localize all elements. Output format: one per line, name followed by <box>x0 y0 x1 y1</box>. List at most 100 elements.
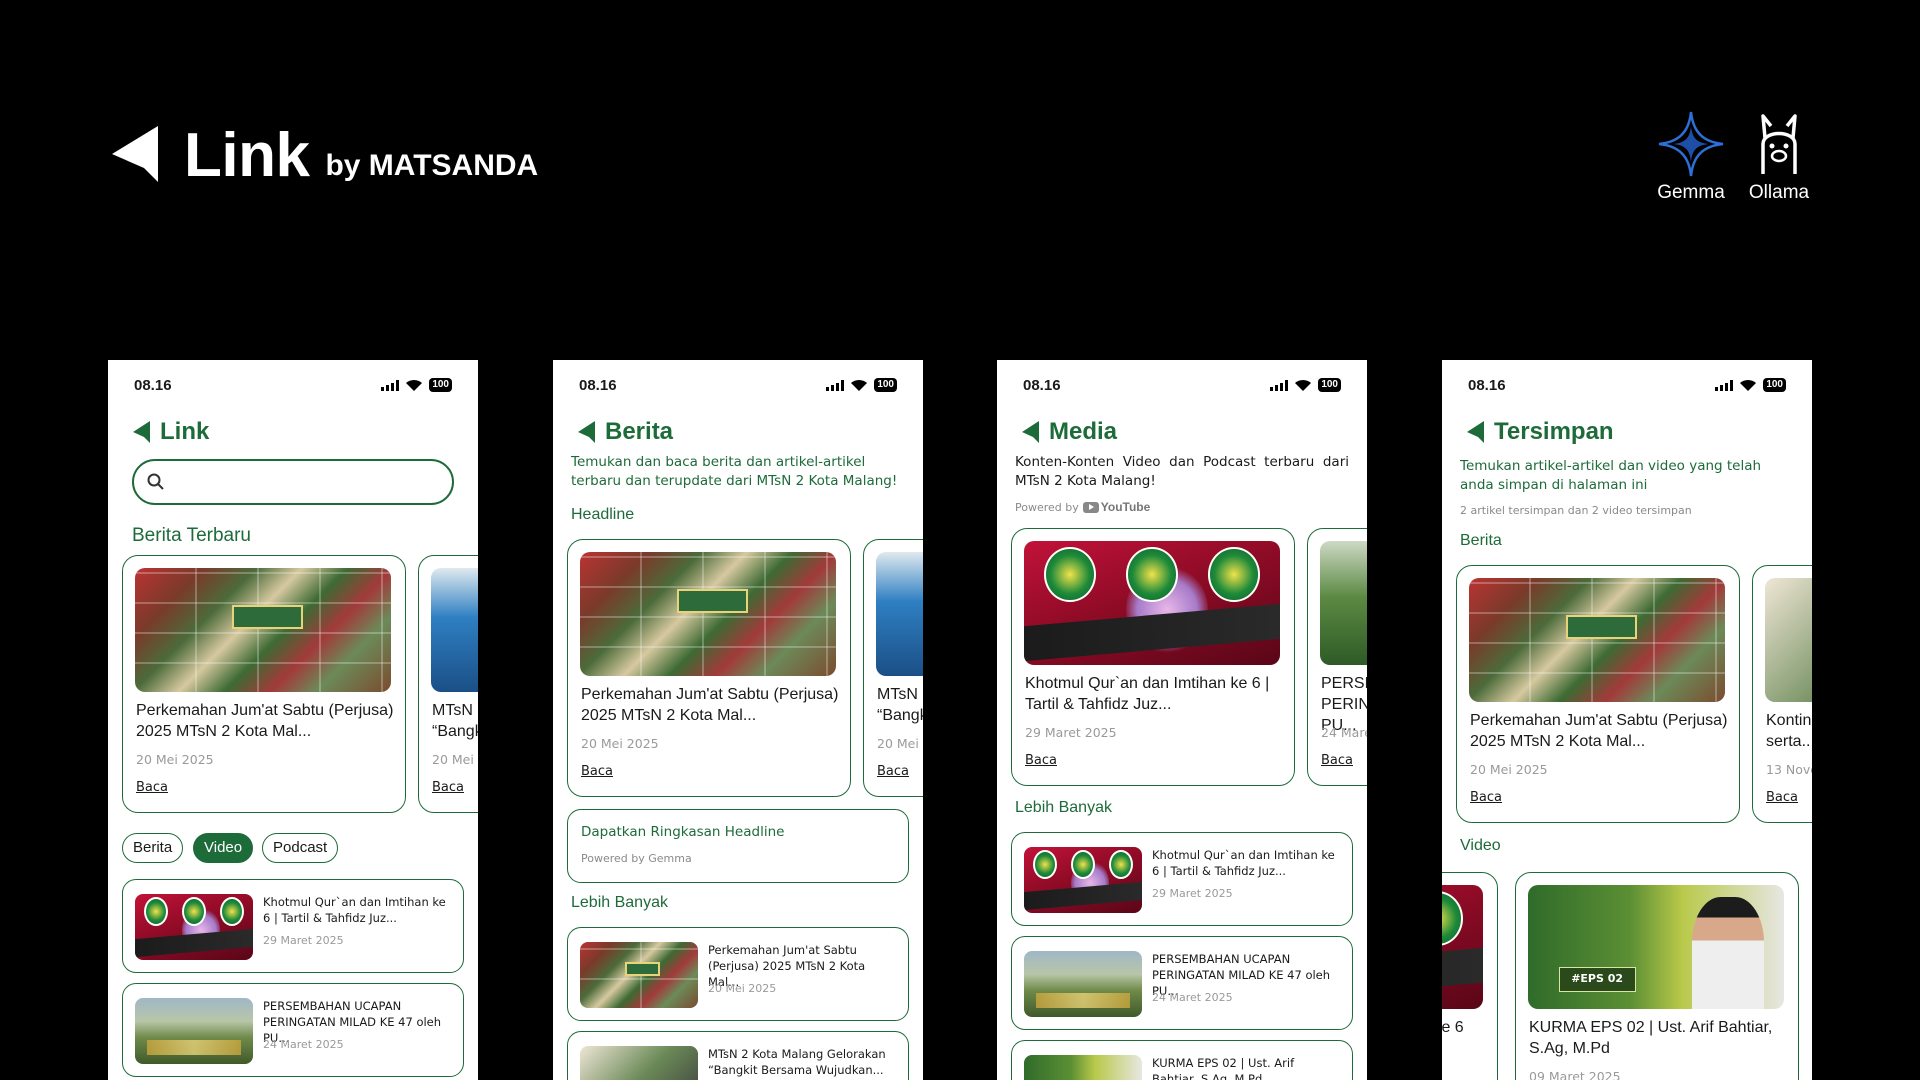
video-title: KURMA EPS 02 | Ust. Arif Bahtiar, S.Ag, … <box>1529 1019 1773 1057</box>
read-link[interactable]: Baca <box>1321 753 1353 768</box>
app-logo-icon <box>1467 421 1484 443</box>
screen-media: 08.16 100 Media Konten-Konten Video dan … <box>997 360 1367 1080</box>
read-link[interactable]: Baca <box>1470 790 1502 805</box>
status-time: 08.16 <box>1023 376 1061 394</box>
battery-icon: 100 <box>874 378 897 392</box>
read-link[interactable]: Baca <box>1025 753 1057 768</box>
summary-title: Dapatkan Ringkasan Headline <box>581 824 785 840</box>
wifi-icon <box>406 379 423 391</box>
gemma-sparkle-icon <box>1658 111 1724 177</box>
list-title: KURMA EPS 02 | Ust. Arif Bahtiar, S.Ag, … <box>1152 1056 1295 1080</box>
screen-berita: 08.16 100 Berita Temukan dan baca berita… <box>553 360 923 1080</box>
page-title: Link <box>160 418 210 445</box>
status-bar: 08.16 100 <box>1442 360 1812 400</box>
news-card[interactable]: MTsN 2 Kota Malang Gelorakan “Bangkit Be… <box>418 555 478 813</box>
page-title: Tersimpan <box>1494 418 1614 445</box>
brand-header: Link by MATSANDA <box>108 118 539 190</box>
send-arrow-logo-icon <box>112 126 158 182</box>
read-link[interactable]: Baca <box>877 764 909 779</box>
saved-count: 2 artikel tersimpan dan 2 video tersimpa… <box>1460 504 1692 517</box>
news-card[interactable]: MTsN 2 Kota Malang Gelorakan “Bangkit Be… <box>863 539 923 797</box>
list-date: 29 Maret 2025 <box>1152 887 1233 900</box>
news-title: Perkemahan Jum'at Sabtu (Perjusa) 2025 M… <box>581 686 839 724</box>
list-thumbnail <box>1024 1055 1142 1080</box>
filter-chip-podcast[interactable]: Podcast <box>262 833 339 863</box>
news-thumbnail <box>1469 578 1725 702</box>
list-title: MTsN 2 Kota Malang Gelorakan “Bangkit Be… <box>708 1047 886 1077</box>
list-item[interactable]: Khotmul Qur`an dan Imtihan ke 6 | Tartil… <box>122 879 464 973</box>
list-item[interactable]: PERSEMBAHAN UCAPAN PERINGATAN MILAD KE 4… <box>122 983 464 1077</box>
search-input[interactable] <box>132 459 454 505</box>
news-thumbnail <box>876 552 923 676</box>
partner-label-gemma: Gemma <box>1657 182 1725 203</box>
video-thumbnail: #EPS 02 <box>1528 885 1784 1009</box>
news-title: Perkemahan Jum'at Sabtu (Perjusa) 2025 M… <box>136 702 394 740</box>
signal-icon <box>1270 379 1289 391</box>
news-title: Kontingen MTsN 2 Kota Malang ikut serta.… <box>1766 712 1812 750</box>
read-link[interactable]: Baca <box>432 780 464 795</box>
section-title-headline: Headline <box>571 506 635 523</box>
filter-chip-berita[interactable]: Berita <box>122 833 184 863</box>
news-date: 20 Mei 2025 <box>581 736 659 751</box>
news-title: MTsN 2 Kota Malang Gelorakan “Bangkit Be… <box>432 702 478 740</box>
news-date: 20 Mei 2025 <box>136 752 214 767</box>
status-icons: 100 <box>1715 378 1786 392</box>
app-logo-icon <box>133 421 150 443</box>
youtube-label: YouTube <box>1100 500 1151 514</box>
saved-video-card[interactable]: Khotmul Qur`an dan Imtihan ke 6 <box>1442 872 1498 1080</box>
news-card[interactable]: Perkemahan Jum'at Sabtu (Perjusa) 2025 M… <box>567 539 851 797</box>
app-title-row: Berita <box>577 418 673 446</box>
section-title-berita: Berita <box>1460 532 1502 549</box>
filter-chip-video[interactable]: Video <box>193 833 254 863</box>
partner-ollama: Ollama <box>1743 108 1815 204</box>
summary-headline-button[interactable]: Dapatkan Ringkasan Headline Powered by G… <box>567 809 909 883</box>
status-bar: 08.16 100 <box>108 360 478 400</box>
saved-video-card[interactable]: #EPS 02 KURMA EPS 02 | Ust. Arif Bahtiar… <box>1515 872 1799 1080</box>
list-date: 24 Maret 2025 <box>1152 991 1233 1004</box>
status-time: 08.16 <box>579 376 617 394</box>
list-thumbnail <box>580 1046 698 1080</box>
list-thumbnail <box>1024 951 1142 1017</box>
brand-byline: by MATSANDA <box>325 149 539 182</box>
video-thumbnail <box>1442 885 1483 1009</box>
video-card[interactable]: Khotmul Qur`an dan Imtihan ke 6 | Tartil… <box>1011 528 1295 786</box>
list-item[interactable]: Khotmul Qur`an dan Imtihan ke 6 | Tartil… <box>1011 832 1353 926</box>
page-title: Berita <box>605 418 674 445</box>
brand-title: Link <box>184 121 310 190</box>
list-item[interactable]: MTsN 2 Kota Malang Gelorakan “Bangkit Be… <box>567 1031 909 1080</box>
page-description: Temukan artikel-artikel dan video yang t… <box>1460 458 1762 493</box>
section-title-video: Video <box>1460 837 1501 854</box>
read-link[interactable]: Baca <box>1766 790 1798 805</box>
episode-badge: #EPS 02 <box>1558 966 1636 992</box>
partner-gemma: Gemma <box>1655 108 1727 204</box>
screen-tersimpan: 08.16 100 Tersimpan Temukan artikel-arti… <box>1442 360 1812 1080</box>
video-date: 09 Maret 2025 <box>1529 1069 1621 1080</box>
list-thumbnail <box>135 998 253 1064</box>
list-title: Khotmul Qur`an dan Imtihan ke 6 | Tartil… <box>1152 848 1335 878</box>
saved-news-card[interactable]: Kontingen MTsN 2 Kota Malang ikut serta.… <box>1752 565 1812 823</box>
list-date: 29 Maret 2025 <box>263 934 344 947</box>
list-item[interactable]: PERSEMBAHAN UCAPAN PERINGATAN MILAD KE 4… <box>1011 936 1353 1030</box>
list-item[interactable]: Perkemahan Jum'at Sabtu (Perjusa) 2025 M… <box>567 927 909 1021</box>
summary-powered-by: Powered by Gemma <box>581 852 692 865</box>
read-link[interactable]: Baca <box>581 764 613 779</box>
video-thumbnail <box>1320 541 1367 665</box>
battery-icon: 100 <box>1763 378 1786 392</box>
saved-news-card[interactable]: Perkemahan Jum'at Sabtu (Perjusa) 2025 M… <box>1456 565 1740 823</box>
video-title: Khotmul Qur`an dan Imtihan ke 6 <box>1442 1019 1464 1036</box>
app-title-row: Media <box>1021 418 1117 446</box>
section-title-berita-terbaru: Berita Terbaru <box>132 525 251 546</box>
battery-icon: 100 <box>429 378 452 392</box>
list-date: 24 Maret 2025 <box>263 1038 344 1051</box>
read-link[interactable]: Baca <box>136 780 168 795</box>
list-item[interactable]: KURMA EPS 02 | Ust. Arif Bahtiar, S.Ag, … <box>1011 1040 1353 1080</box>
news-date: 20 Mei 2025 <box>432 752 478 767</box>
app-logo-icon <box>1022 421 1039 443</box>
news-thumbnail <box>135 568 391 692</box>
video-date: 24 Maret 2025 <box>1321 725 1367 740</box>
powered-by-label: Powered by <box>1015 500 1079 514</box>
video-card[interactable]: PERSEMBAHAN UCAPAN PERINGATAN MILAD KE 4… <box>1307 528 1367 786</box>
list-thumbnail <box>135 894 253 960</box>
news-card[interactable]: Perkemahan Jum'at Sabtu (Perjusa) 2025 M… <box>122 555 406 813</box>
news-date: 13 November <box>1766 762 1812 777</box>
